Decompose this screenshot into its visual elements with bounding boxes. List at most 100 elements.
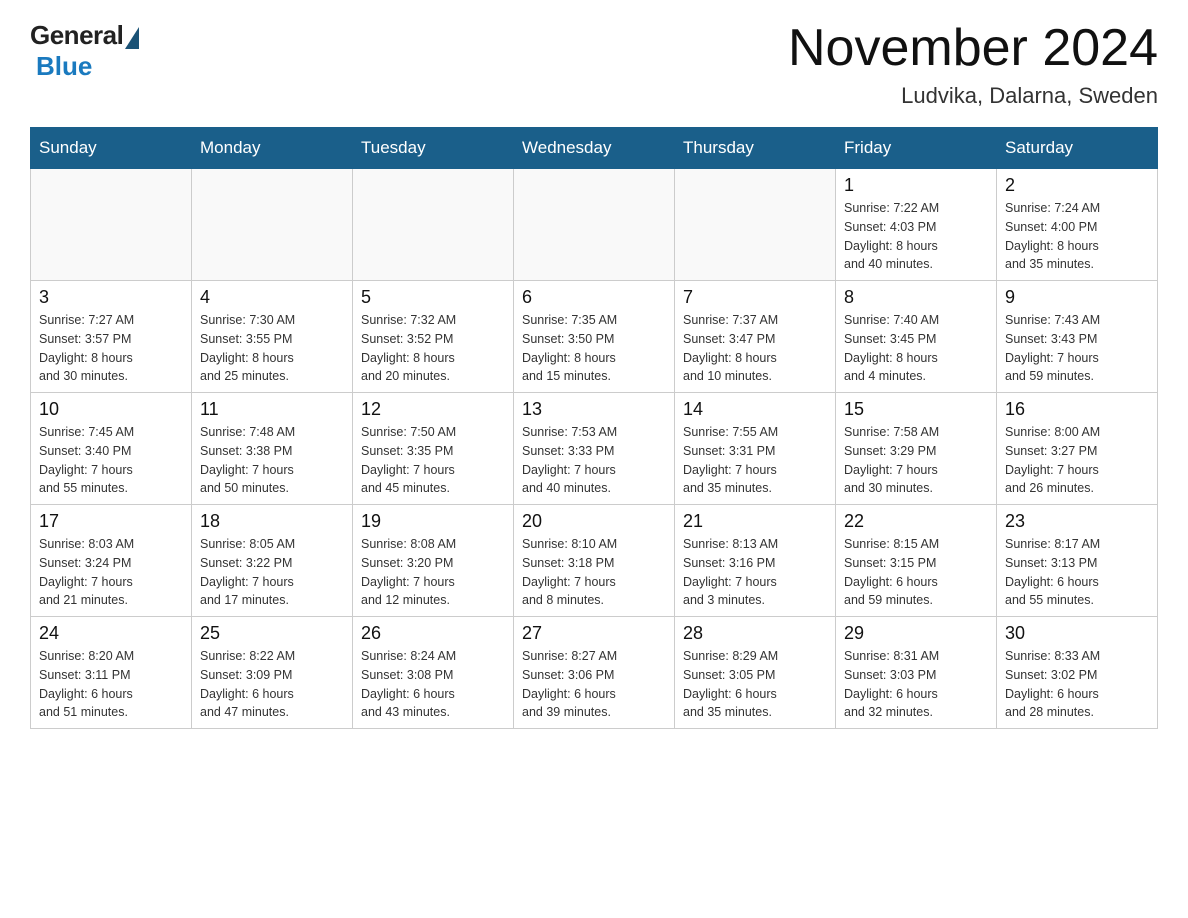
day-info: Sunrise: 8:08 AM Sunset: 3:20 PM Dayligh… xyxy=(361,535,505,610)
calendar-cell: 15Sunrise: 7:58 AM Sunset: 3:29 PM Dayli… xyxy=(836,393,997,505)
calendar-cell: 21Sunrise: 8:13 AM Sunset: 3:16 PM Dayli… xyxy=(675,505,836,617)
calendar-cell: 18 Sunrise: 8:05 AM Sunset: 3:22 PM Dayli… xyxy=(192,505,353,617)
day-info: Sunrise: 7:35 AM Sunset: 3:50 PM Dayligh… xyxy=(522,311,666,386)
calendar-cell: 11 Sunrise: 7:48 AM Sunset: 3:38 PM Dayli… xyxy=(192,393,353,505)
calendar-cell: 30Sunrise: 8:33 AM Sunset: 3:02 PM Dayli… xyxy=(997,617,1158,729)
calendar-cell: 7 Sunrise: 7:37 AM Sunset: 3:47 PM Daylig… xyxy=(675,281,836,393)
day-number: 20 xyxy=(522,511,666,532)
logo-triangle-icon xyxy=(125,27,139,49)
calendar-cell: 9Sunrise: 7:43 AM Sunset: 3:43 PM Daylig… xyxy=(997,281,1158,393)
calendar-subtitle: Ludvika, Dalarna, Sweden xyxy=(788,83,1158,109)
title-block: November 2024 Ludvika, Dalarna, Sweden xyxy=(788,20,1158,109)
day-info: Sunrise: 7:58 AM Sunset: 3:29 PM Dayligh… xyxy=(844,423,988,498)
day-info: Sunrise: 7:27 AM Sunset: 3:57 PM Dayligh… xyxy=(39,311,183,386)
day-info: Sunrise: 7:24 AM Sunset: 4:00 PM Dayligh… xyxy=(1005,199,1149,274)
calendar-cell: 24 Sunrise: 8:20 AM Sunset: 3:11 PM Dayli… xyxy=(31,617,192,729)
day-info: Sunrise: 7:55 AM Sunset: 3:31 PM Dayligh… xyxy=(683,423,827,498)
calendar-cell xyxy=(192,169,353,281)
day-number: 10 xyxy=(39,399,183,420)
day-info: Sunrise: 8:20 AM Sunset: 3:11 PM Dayligh… xyxy=(39,647,183,722)
day-info: Sunrise: 8:29 AM Sunset: 3:05 PM Dayligh… xyxy=(683,647,827,722)
day-info: Sunrise: 8:03 AM Sunset: 3:24 PM Dayligh… xyxy=(39,535,183,610)
day-info: Sunrise: 7:22 AM Sunset: 4:03 PM Dayligh… xyxy=(844,199,988,274)
day-number: 2 xyxy=(1005,175,1149,196)
weekday-header-row: SundayMondayTuesdayWednesdayThursdayFrid… xyxy=(31,128,1158,169)
day-info: Sunrise: 8:31 AM Sunset: 3:03 PM Dayligh… xyxy=(844,647,988,722)
weekday-header-monday: Monday xyxy=(192,128,353,169)
weekday-header-thursday: Thursday xyxy=(675,128,836,169)
day-number: 25 xyxy=(200,623,344,644)
day-info: Sunrise: 7:30 AM Sunset: 3:55 PM Dayligh… xyxy=(200,311,344,386)
calendar-cell: 13Sunrise: 7:53 AM Sunset: 3:33 PM Dayli… xyxy=(514,393,675,505)
calendar-cell: 19 Sunrise: 8:08 AM Sunset: 3:20 PM Dayli… xyxy=(353,505,514,617)
calendar-cell xyxy=(31,169,192,281)
day-info: Sunrise: 8:33 AM Sunset: 3:02 PM Dayligh… xyxy=(1005,647,1149,722)
day-info: Sunrise: 8:27 AM Sunset: 3:06 PM Dayligh… xyxy=(522,647,666,722)
week-row-3: 10 Sunrise: 7:45 AM Sunset: 3:40 PM Dayli… xyxy=(31,393,1158,505)
calendar-cell xyxy=(514,169,675,281)
calendar-cell: 22 Sunrise: 8:15 AM Sunset: 3:15 PM Dayli… xyxy=(836,505,997,617)
calendar-cell: 23Sunrise: 8:17 AM Sunset: 3:13 PM Dayli… xyxy=(997,505,1158,617)
day-number: 17 xyxy=(39,511,183,532)
calendar-cell: 16 Sunrise: 8:00 AM Sunset: 3:27 PM Dayli… xyxy=(997,393,1158,505)
day-number: 7 xyxy=(683,287,827,308)
day-info: Sunrise: 7:40 AM Sunset: 3:45 PM Dayligh… xyxy=(844,311,988,386)
weekday-header-wednesday: Wednesday xyxy=(514,128,675,169)
day-number: 22 xyxy=(844,511,988,532)
day-info: Sunrise: 8:05 AM Sunset: 3:22 PM Dayligh… xyxy=(200,535,344,610)
day-number: 8 xyxy=(844,287,988,308)
calendar-cell: 5 Sunrise: 7:32 AM Sunset: 3:52 PM Daylig… xyxy=(353,281,514,393)
day-number: 12 xyxy=(361,399,505,420)
calendar-cell: 20 Sunrise: 8:10 AM Sunset: 3:18 PM Dayli… xyxy=(514,505,675,617)
day-number: 16 xyxy=(1005,399,1149,420)
day-info: Sunrise: 8:00 AM Sunset: 3:27 PM Dayligh… xyxy=(1005,423,1149,498)
weekday-header-friday: Friday xyxy=(836,128,997,169)
weekday-header-tuesday: Tuesday xyxy=(353,128,514,169)
calendar-title: November 2024 xyxy=(788,20,1158,77)
day-info: Sunrise: 7:37 AM Sunset: 3:47 PM Dayligh… xyxy=(683,311,827,386)
day-info: Sunrise: 7:50 AM Sunset: 3:35 PM Dayligh… xyxy=(361,423,505,498)
day-info: Sunrise: 7:53 AM Sunset: 3:33 PM Dayligh… xyxy=(522,423,666,498)
page-header: General Blue November 2024 Ludvika, Dala… xyxy=(30,20,1158,109)
week-row-4: 17 Sunrise: 8:03 AM Sunset: 3:24 PM Dayli… xyxy=(31,505,1158,617)
day-info: Sunrise: 8:22 AM Sunset: 3:09 PM Dayligh… xyxy=(200,647,344,722)
weekday-header-sunday: Sunday xyxy=(31,128,192,169)
day-info: Sunrise: 7:48 AM Sunset: 3:38 PM Dayligh… xyxy=(200,423,344,498)
day-number: 28 xyxy=(683,623,827,644)
day-info: Sunrise: 8:15 AM Sunset: 3:15 PM Dayligh… xyxy=(844,535,988,610)
day-number: 19 xyxy=(361,511,505,532)
day-number: 3 xyxy=(39,287,183,308)
calendar-cell: 8 Sunrise: 7:40 AM Sunset: 3:45 PM Daylig… xyxy=(836,281,997,393)
day-number: 1 xyxy=(844,175,988,196)
day-number: 29 xyxy=(844,623,988,644)
calendar-cell: 1 Sunrise: 7:22 AM Sunset: 4:03 PM Daylig… xyxy=(836,169,997,281)
day-number: 5 xyxy=(361,287,505,308)
week-row-2: 3 Sunrise: 7:27 AM Sunset: 3:57 PM Daylig… xyxy=(31,281,1158,393)
calendar-cell: 12 Sunrise: 7:50 AM Sunset: 3:35 PM Dayli… xyxy=(353,393,514,505)
day-number: 11 xyxy=(200,399,344,420)
calendar-cell: 29 Sunrise: 8:31 AM Sunset: 3:03 PM Dayli… xyxy=(836,617,997,729)
day-info: Sunrise: 7:45 AM Sunset: 3:40 PM Dayligh… xyxy=(39,423,183,498)
calendar-cell xyxy=(675,169,836,281)
day-info: Sunrise: 8:24 AM Sunset: 3:08 PM Dayligh… xyxy=(361,647,505,722)
day-number: 4 xyxy=(200,287,344,308)
week-row-1: 1 Sunrise: 7:22 AM Sunset: 4:03 PM Daylig… xyxy=(31,169,1158,281)
weekday-header-saturday: Saturday xyxy=(997,128,1158,169)
calendar-cell: 3 Sunrise: 7:27 AM Sunset: 3:57 PM Daylig… xyxy=(31,281,192,393)
day-number: 24 xyxy=(39,623,183,644)
calendar-cell: 25 Sunrise: 8:22 AM Sunset: 3:09 PM Dayli… xyxy=(192,617,353,729)
day-info: Sunrise: 7:32 AM Sunset: 3:52 PM Dayligh… xyxy=(361,311,505,386)
calendar-cell: 28 Sunrise: 8:29 AM Sunset: 3:05 PM Dayli… xyxy=(675,617,836,729)
day-number: 27 xyxy=(522,623,666,644)
day-number: 18 xyxy=(200,511,344,532)
calendar-cell: 6Sunrise: 7:35 AM Sunset: 3:50 PM Daylig… xyxy=(514,281,675,393)
day-number: 14 xyxy=(683,399,827,420)
day-number: 23 xyxy=(1005,511,1149,532)
day-info: Sunrise: 8:10 AM Sunset: 3:18 PM Dayligh… xyxy=(522,535,666,610)
calendar-cell: 27 Sunrise: 8:27 AM Sunset: 3:06 PM Dayli… xyxy=(514,617,675,729)
day-info: Sunrise: 8:13 AM Sunset: 3:16 PM Dayligh… xyxy=(683,535,827,610)
day-info: Sunrise: 7:43 AM Sunset: 3:43 PM Dayligh… xyxy=(1005,311,1149,386)
calendar-cell: 4 Sunrise: 7:30 AM Sunset: 3:55 PM Daylig… xyxy=(192,281,353,393)
calendar-header: SundayMondayTuesdayWednesdayThursdayFrid… xyxy=(31,128,1158,169)
logo-general-text: General xyxy=(30,20,123,51)
